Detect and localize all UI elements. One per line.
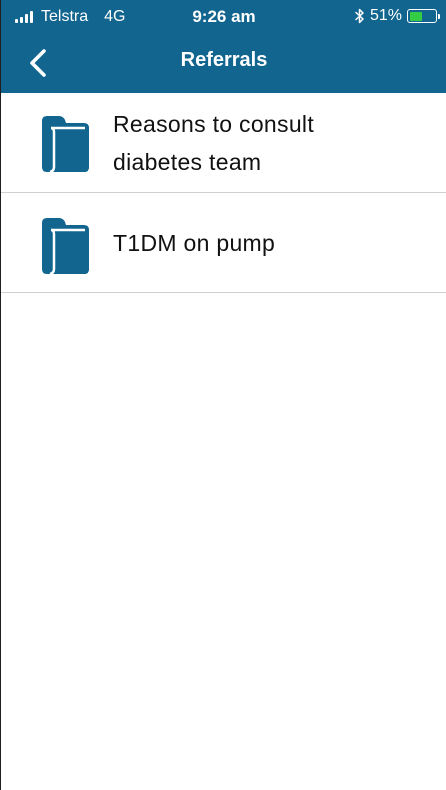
status-bar: Telstra 4G 9:26 am 51%	[1, 0, 446, 32]
bluetooth-icon	[355, 8, 365, 24]
header: Telstra 4G 9:26 am 51% Referrals	[1, 0, 446, 93]
list-item-label: Reasons to consult diabetes team	[113, 111, 315, 175]
battery-icon	[407, 9, 440, 23]
referrals-list: Reasons to consult diabetes team T1DM on…	[1, 93, 446, 293]
list-item-reasons-to-consult[interactable]: Reasons to consult diabetes team	[1, 93, 446, 193]
list-item-label: T1DM on pump	[113, 230, 276, 256]
status-right: 51%	[355, 7, 440, 25]
battery-level	[409, 11, 423, 21]
list-item-t1dm-on-pump[interactable]: T1DM on pump	[1, 193, 446, 293]
folder-icon	[38, 115, 90, 178]
folder-icon	[38, 217, 90, 280]
nav-bar: Referrals	[1, 32, 446, 93]
page-title: Referrals	[180, 49, 268, 71]
app-screen: Telstra 4G 9:26 am 51% Referrals Reasons…	[0, 0, 446, 790]
battery-percent: 51%	[369, 7, 402, 24]
